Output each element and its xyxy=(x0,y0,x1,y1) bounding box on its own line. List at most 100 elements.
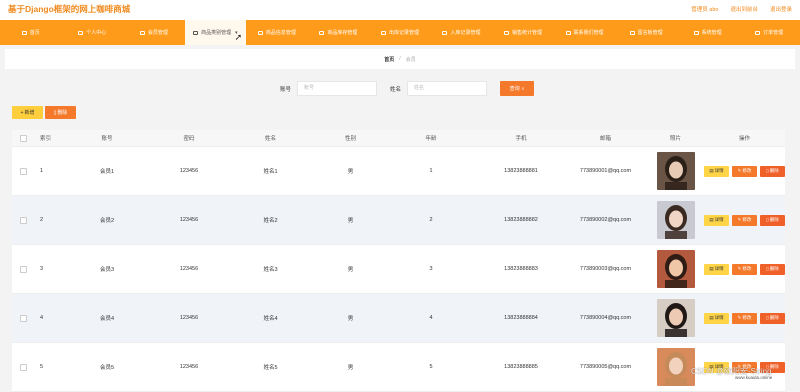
detail-button[interactable]: ▤ 详情 xyxy=(704,263,729,275)
nav-item-label: 销售统计管理 xyxy=(512,30,543,36)
delete-button[interactable]: ▯ 删除 xyxy=(760,165,785,177)
nav-item-label: 个人中心 xyxy=(86,30,107,36)
product-icon xyxy=(257,30,263,35)
photo-cell xyxy=(647,152,704,190)
table-header-cell: 操作 xyxy=(738,136,750,142)
table-header-row: 索引 账号 密码 姓名 性别 年龄 手机 邮箱 照片 操作 xyxy=(12,130,785,147)
cell-account: 会员2 xyxy=(99,218,115,224)
table-row: 4 会员4 123456 姓名4 男 4 13823888884 773890004@qq.c… xyxy=(12,294,785,343)
category-icon xyxy=(193,30,199,35)
detail-button[interactable]: ▤ 详情 xyxy=(704,214,729,226)
table-header-cell: 年龄 xyxy=(425,136,437,142)
nav-item-10[interactable]: 留言板管理 xyxy=(615,20,677,45)
select-all-checkbox[interactable] xyxy=(19,134,27,142)
cell-phone: 13823888882 xyxy=(504,217,538,223)
detail-button[interactable]: ▤ 详情 xyxy=(704,165,729,177)
row-checkbox[interactable] xyxy=(19,265,27,273)
delete-button[interactable]: ▯ 删除 xyxy=(760,312,785,324)
nav-item-4[interactable]: 商品信息管理 xyxy=(246,20,308,45)
row-checkbox[interactable] xyxy=(19,216,27,224)
row-index: 1 xyxy=(40,168,44,174)
inbound-icon xyxy=(442,30,448,35)
ops-cell: ▤ 详情 ✎ 修改 ▯ 删除 xyxy=(704,312,785,324)
nav-item-9[interactable]: 联系我们管理 xyxy=(554,20,616,45)
table-header-cell: 姓名 xyxy=(264,136,276,142)
table-row: 2 会员2 123456 姓名2 男 2 13823888882 773890002@qq.c… xyxy=(12,196,785,245)
edit-button[interactable]: ✎ 修改 xyxy=(732,263,757,275)
nav-item-12[interactable]: 订单管理 xyxy=(738,20,800,45)
query-button-label: 查询 xyxy=(509,86,520,92)
delete-button-label: 删除 xyxy=(769,217,779,222)
logout-link[interactable]: 退出登录 xyxy=(770,5,792,13)
cell-name: 姓名4 xyxy=(263,316,278,322)
row-actions: ▤ 详情 ✎ 修改 ▯ 删除 xyxy=(704,214,785,226)
table-row: 3 会员3 123456 姓名3 男 3 13823888883 773890003@qq.c… xyxy=(12,245,785,294)
row-checkbox[interactable] xyxy=(19,314,27,322)
outbound-icon xyxy=(380,30,386,35)
edit-button[interactable]: ✎ 修改 xyxy=(732,165,757,177)
nav-item-label: 出库记录管理 xyxy=(388,30,419,36)
cell-account: 会员1 xyxy=(99,169,115,175)
nav-item-11[interactable]: 系统管理 xyxy=(677,20,739,45)
nav-item-7[interactable]: 入库记录管理 xyxy=(431,20,493,45)
trash-icon: ▯ xyxy=(766,168,769,173)
contact-icon xyxy=(565,30,571,35)
plus-icon: + xyxy=(20,109,24,116)
delete-button[interactable]: ▯ 删除 xyxy=(760,263,785,275)
member-photo xyxy=(656,250,695,288)
account-input[interactable]: 账号 xyxy=(297,81,378,96)
nav-item-2[interactable]: 会员管理 xyxy=(123,20,185,45)
stock-icon xyxy=(319,30,325,35)
delete-button-label: 删除 xyxy=(769,266,779,271)
name-input[interactable]: 姓名 xyxy=(407,81,488,96)
row-checkbox-cell xyxy=(12,363,34,371)
cell-age: 1 xyxy=(429,168,433,174)
table-header-cell: 账号 xyxy=(101,136,113,142)
cell-age: 5 xyxy=(429,364,433,370)
nav-item-8[interactable]: 销售统计管理 xyxy=(492,20,554,45)
table-header-cell: 性别 xyxy=(344,136,356,142)
edit-button[interactable]: ✎ 修改 xyxy=(732,214,757,226)
detail-button-label: 详情 xyxy=(714,217,724,222)
row-checkbox[interactable] xyxy=(19,363,27,371)
cell-gender: 男 xyxy=(347,169,354,175)
user-icon xyxy=(78,30,84,35)
cell-email: 773890004@qq.com xyxy=(579,315,632,321)
back-to-front-link[interactable]: 退出到前台 xyxy=(730,5,758,13)
mouse-cursor-icon: ➚ xyxy=(234,32,243,42)
table-header-cell: 密码 xyxy=(183,136,195,142)
nav-item-6[interactable]: 出库记录管理 xyxy=(369,20,431,45)
message-icon xyxy=(629,30,635,35)
cell-email: 773890002@qq.com xyxy=(579,217,632,223)
cell-phone: 13823888881 xyxy=(504,168,538,174)
edit-button[interactable]: ✎ 修改 xyxy=(732,312,757,324)
name-label: 姓名 xyxy=(390,86,402,93)
row-checkbox[interactable] xyxy=(19,167,27,175)
nav-item-1[interactable]: 个人中心 xyxy=(62,20,124,45)
member-photo xyxy=(656,348,695,386)
edit-button-label: 修改 xyxy=(742,217,752,222)
row-checkbox-cell xyxy=(12,167,34,175)
ops-cell: ▤ 详情 ✎ 修改 ▯ 删除 xyxy=(704,165,785,177)
nav-item-0[interactable]: 首页 xyxy=(0,20,62,45)
cell-password: 123456 xyxy=(179,315,199,321)
edit-icon: ✎ xyxy=(737,168,742,173)
detail-button[interactable]: ▤ 详情 xyxy=(704,312,729,324)
trash-icon: ▯ xyxy=(766,217,769,222)
watermark-url: www.kuaida.online xyxy=(735,375,773,380)
delete-button[interactable]: ▯ 删除 xyxy=(760,214,785,226)
breadcrumb-home[interactable]: 首页 xyxy=(384,56,394,63)
nav-item-label: 订单管理 xyxy=(763,30,784,36)
cell-phone: 13823888883 xyxy=(504,266,538,272)
photo-cell xyxy=(647,299,704,337)
nav-item-label: 留言板管理 xyxy=(637,30,663,36)
nav-item-3[interactable]: 商品类别管理 ▾ ➚ xyxy=(184,20,247,45)
add-button[interactable]: + 新增 xyxy=(12,106,43,119)
query-button[interactable]: 查询 ⌕ xyxy=(500,81,535,96)
cell-email: 773890005@qq.com xyxy=(579,364,632,370)
cell-phone: 13823888884 xyxy=(504,315,538,321)
nav-item-5[interactable]: 商品库存管理 xyxy=(308,20,370,45)
search-icon: ⌕ xyxy=(521,85,525,92)
batch-delete-button[interactable]: ▯ 删除 xyxy=(45,106,76,119)
cell-email: 773890001@qq.com xyxy=(579,168,632,174)
